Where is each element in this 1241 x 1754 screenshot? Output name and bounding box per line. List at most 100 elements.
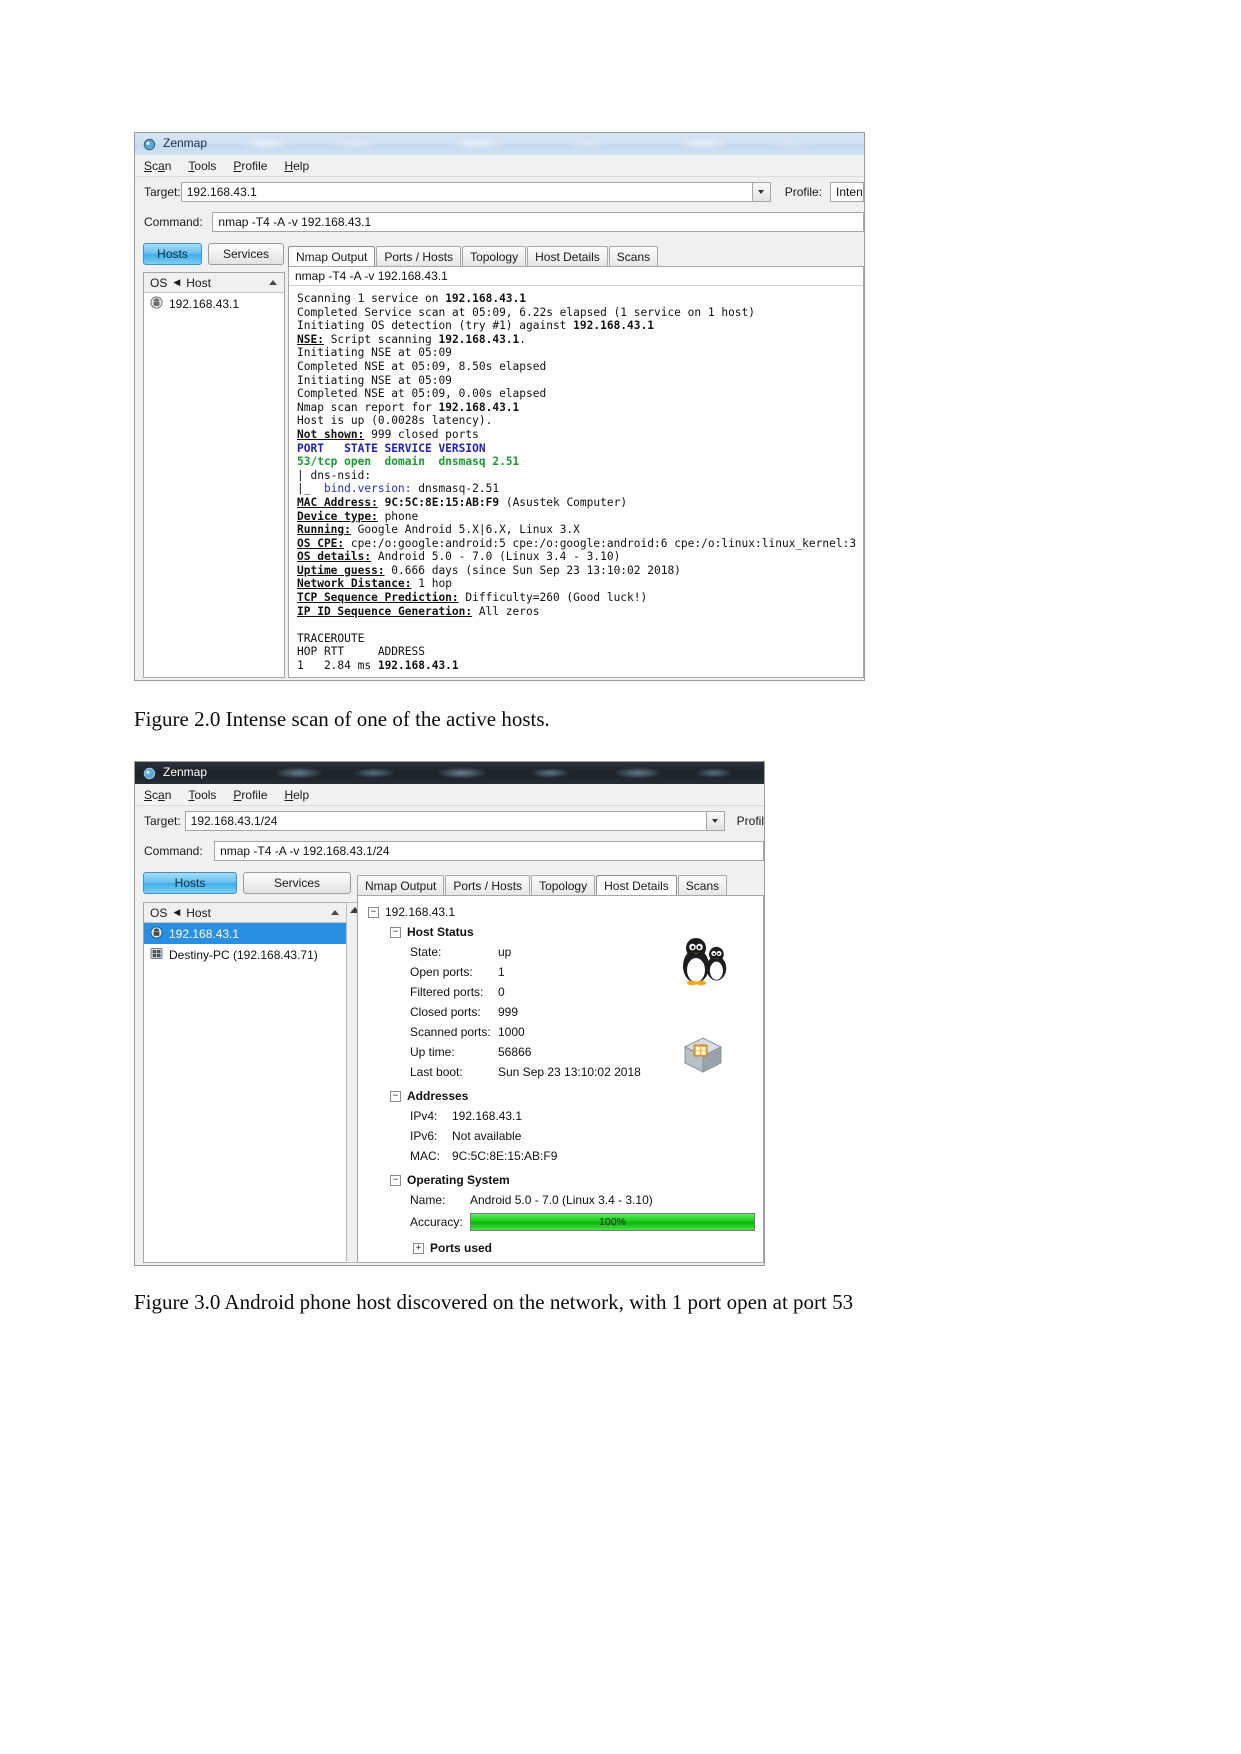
hosts-button-2[interactable]: Hosts (143, 872, 237, 894)
expand-icon-ports-used[interactable]: + (413, 1242, 424, 1254)
profile-label-2: Profil (736, 814, 764, 828)
host-list-item[interactable]: 192.168.43.1 (144, 293, 284, 314)
window-1-target-row: Target: 192.168.43.1 Profile: Intense sc… (135, 177, 864, 207)
host-list-item-2[interactable]: Destiny-PC (192.168.43.71) (144, 944, 346, 965)
details-row: IPv6: Not available (358, 1126, 763, 1146)
accuracy-label: Accuracy: (410, 1215, 463, 1229)
detail-value: Not available (452, 1129, 522, 1143)
target-combobox[interactable]: 192.168.43.1 (180, 182, 771, 202)
collapse-icon-addresses[interactable]: − (390, 1090, 401, 1102)
details-section-ports-used[interactable]: + Ports used (358, 1238, 763, 1258)
command-label-2: Command: (144, 844, 203, 858)
menu-tools[interactable]: Tools (188, 159, 216, 173)
accuracy-progress-bar: 100% (470, 1213, 755, 1231)
menu-scan-2[interactable]: Scan (144, 788, 171, 802)
sort-asc-icon[interactable] (269, 280, 277, 285)
document-page: Zenmap Scan Tools Profile Help Target: 1… (0, 0, 1241, 1754)
sort-left-icon[interactable]: ◀ (173, 277, 180, 288)
target-label: Target: (144, 185, 181, 199)
titlebar-glass-blur-2 (135, 762, 764, 784)
sort-asc-icon-2[interactable] (331, 910, 339, 915)
menu-help-2[interactable]: Help (284, 788, 309, 802)
window-2-title: Zenmap (163, 765, 208, 779)
detail-key: Open ports: (410, 965, 473, 979)
services-button[interactable]: Services (208, 243, 284, 265)
detail-value: Sun Sep 23 13:10:02 2018 (498, 1065, 641, 1079)
profile-input[interactable]: Intense scan (830, 182, 864, 202)
tab-ports-hosts-2[interactable]: Ports / Hosts (445, 875, 531, 895)
hosts-button[interactable]: Hosts (143, 243, 202, 265)
tab-topology[interactable]: Topology (462, 246, 527, 266)
detail-value: 0 (498, 985, 505, 999)
column-os-2[interactable]: OS (150, 906, 167, 920)
host-list-item-label-1: 192.168.43.1 (169, 926, 240, 941)
target-combobox-2[interactable]: 192.168.43.1/24 (184, 811, 725, 831)
tab-host-details-2[interactable]: Host Details (596, 875, 677, 896)
host-list-item-label-2: Destiny-PC (192.168.43.71) (169, 947, 318, 962)
menu-profile[interactable]: Profile (233, 159, 267, 173)
collapse-icon-host-status[interactable]: − (390, 926, 401, 938)
tab-scans-2[interactable]: Scans (677, 875, 728, 895)
menu-help[interactable]: Help (284, 159, 309, 173)
command-label: Command: (144, 215, 203, 229)
tab-nmap-output-2[interactable]: Nmap Output (357, 875, 445, 895)
tab-scans[interactable]: Scans (608, 246, 659, 266)
details-root-label: 192.168.43.1 (385, 905, 456, 919)
menu-tools-2[interactable]: Tools (188, 788, 216, 802)
details-section-title: Ports used (430, 1241, 493, 1255)
detail-key: Filtered ports: (410, 985, 484, 999)
profile-label: Profile: (784, 185, 823, 199)
details-row: Name: Android 5.0 - 7.0 (Linux 3.4 - 3.1… (358, 1190, 763, 1210)
detail-value: 1000 (498, 1025, 525, 1039)
tab-topology-2[interactable]: Topology (531, 875, 596, 895)
collapse-icon-root[interactable]: − (368, 906, 379, 918)
sort-left-icon-2[interactable]: ◀ (173, 907, 180, 918)
chevron-down-icon[interactable] (752, 182, 771, 202)
details-row: MAC: 9C:5C:8E:15:AB:F9 (358, 1146, 763, 1166)
window-2-menubar: Scan Tools Profile Help (135, 784, 764, 806)
zenmap-window-1: Zenmap Scan Tools Profile Help Target: 1… (134, 132, 865, 681)
window-2-command-row: Command: nmap -T4 -A -v 192.168.43.1/24 (135, 836, 764, 866)
tab-host-details[interactable]: Host Details (527, 246, 608, 266)
details-section-addresses[interactable]: − Addresses (358, 1086, 763, 1106)
collapse-icon-operating-system[interactable]: − (390, 1174, 401, 1186)
menu-scan[interactable]: Scan (144, 159, 171, 173)
window-1-menubar: Scan Tools Profile Help (135, 155, 864, 177)
host-list-item-selected[interactable]: 192.168.43.1 (144, 923, 346, 944)
window-1-tabstrip: Nmap Output Ports / Hosts Topology Host … (288, 243, 864, 267)
figure-1-caption: Figure 2.0 Intense scan of one of the ac… (134, 707, 550, 731)
detail-key: Last boot: (410, 1065, 463, 1079)
detail-value: up (498, 945, 512, 959)
zenmap-app-icon-2 (143, 767, 156, 780)
details-section-title: Addresses (407, 1089, 469, 1103)
tab-ports-hosts[interactable]: Ports / Hosts (376, 246, 462, 266)
android-os-icon (150, 295, 163, 312)
nmap-output-panel: nmap -T4 -A -v 192.168.43.1 Scanning 1 s… (288, 266, 864, 678)
target-input[interactable]: 192.168.43.1 (180, 182, 753, 202)
target-input-2[interactable]: 192.168.43.1/24 (184, 811, 707, 831)
chevron-down-icon-2[interactable] (706, 811, 725, 831)
android-os-icon-2 (150, 925, 163, 942)
host-list-item-label: 192.168.43.1 (169, 296, 240, 311)
details-section-operating-system[interactable]: − Operating System (358, 1170, 763, 1190)
detail-key: Name: (410, 1193, 446, 1207)
services-button-2[interactable]: Services (243, 872, 351, 894)
details-root-row[interactable]: − 192.168.43.1 (358, 902, 763, 922)
menu-profile-2[interactable]: Profile (233, 788, 267, 802)
tab-nmap-output[interactable]: Nmap Output (288, 246, 376, 267)
host-details-panel: − 192.168.43.1 − Host Status State: up O… (357, 895, 764, 1263)
detail-key: Up time: (410, 1045, 455, 1059)
detail-value: 999 (498, 1005, 519, 1019)
column-os[interactable]: OS (150, 276, 167, 290)
window-2-titlebar: Zenmap (135, 762, 764, 784)
command-input[interactable]: nmap -T4 -A -v 192.168.43.1 (212, 212, 864, 232)
detail-key: Closed ports: (410, 1005, 481, 1019)
detail-value: 1 (498, 965, 505, 979)
detail-key: IPv4: (410, 1109, 438, 1123)
host-list-header: OS ◀ Host (144, 273, 284, 293)
column-host-2[interactable]: Host (186, 906, 211, 920)
column-host[interactable]: Host (186, 276, 211, 290)
output-command-line[interactable]: nmap -T4 -A -v 192.168.43.1 (289, 267, 863, 286)
details-section-title: Operating System (407, 1173, 510, 1187)
command-input-2[interactable]: nmap -T4 -A -v 192.168.43.1/24 (214, 841, 764, 861)
